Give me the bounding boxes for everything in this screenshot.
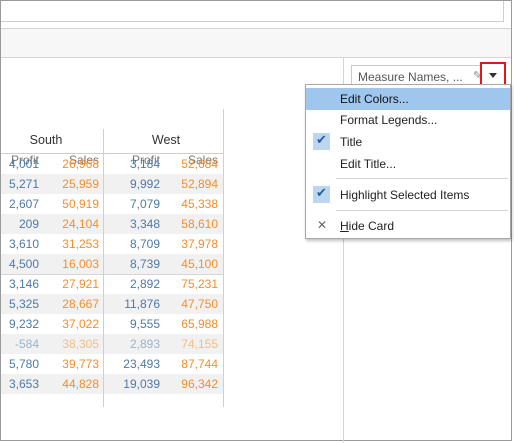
- menu-item-hide-card[interactable]: ✕ Hide Card: [306, 215, 510, 237]
- worksheet-window: South West Profit Sales Profit Sales 4,0…: [0, 0, 512, 442]
- cell-west-sales: 58,610: [181, 217, 218, 231]
- crosstab-table: South West Profit Sales Profit Sales 4,0…: [1, 109, 225, 407]
- cell-south-sales: 24,104: [62, 217, 99, 231]
- cell-west-profit: 9,555: [129, 317, 160, 331]
- cell-south-profit: 5,325: [8, 297, 39, 311]
- menu-item-edit-title[interactable]: Edit Title...: [306, 153, 510, 175]
- cell-west-profit: 7,079: [129, 197, 160, 211]
- table-row[interactable]: 209 24,104 3,348 58,610: [1, 214, 223, 234]
- cell-west-profit: 2,893: [129, 337, 160, 351]
- filter-shelf: [1, 28, 511, 58]
- cell-south-sales: 27,921: [62, 277, 99, 291]
- checkmark-icon: ✔: [313, 132, 330, 150]
- table-row[interactable]: -584 38,305 2,893 74,155: [1, 334, 223, 354]
- menu-item-label: Title: [340, 135, 363, 149]
- cell-west-profit: 8,739: [129, 257, 160, 271]
- table-row[interactable]: 5,780 39,773 23,493 87,744: [1, 354, 223, 374]
- menu-item-format-legends[interactable]: Format Legends...: [306, 109, 510, 131]
- legend-context-menu: Edit Colors... Format Legends... ✔ Title…: [305, 84, 511, 239]
- cell-west-sales: 75,231: [181, 277, 218, 291]
- menu-item-highlight-selected[interactable]: ✔ Highlight Selected Items: [306, 184, 510, 206]
- menu-item-label: Edit Colors...: [340, 92, 409, 106]
- group-header-west: West: [151, 133, 181, 147]
- menu-item-label: Hide Card: [340, 219, 395, 233]
- cell-west-sales: 96,342: [181, 377, 218, 391]
- legend-title: Measure Names, ...: [358, 70, 463, 84]
- region-divider: [103, 129, 104, 407]
- table-row[interactable]: 3,653 44,828 19,039 96,342: [1, 374, 223, 394]
- cell-west-sales: 37,978: [181, 237, 218, 251]
- table-row[interactable]: 5,325 28,667 11,876 47,750: [1, 294, 223, 314]
- cell-west-profit: 11,876: [124, 297, 160, 311]
- cell-south-profit: 2,607: [8, 197, 39, 211]
- cell-south-sales: 26,968: [62, 157, 99, 171]
- cell-south-sales: 44,828: [62, 377, 99, 391]
- cell-west-profit: 19,039: [123, 377, 160, 391]
- cell-west-sales: 52,894: [181, 177, 218, 191]
- cell-west-profit: 9,992: [129, 177, 160, 191]
- menu-item-label: Format Legends...: [340, 113, 438, 127]
- menu-item-label: Highlight Selected Items: [340, 188, 470, 202]
- cell-south-sales: 31,253: [62, 237, 99, 251]
- cell-south-profit: 4,500: [8, 257, 39, 271]
- cell-south-sales: 50,919: [62, 197, 99, 211]
- cell-west-profit: 3,348: [129, 217, 160, 231]
- cell-west-profit: 23,493: [123, 357, 160, 371]
- cell-south-profit: 209: [18, 217, 39, 231]
- cell-west-sales: 65,988: [181, 317, 218, 331]
- cell-west-profit: 8,709: [129, 237, 160, 251]
- cell-south-profit: 5,271: [8, 177, 39, 191]
- cell-south-profit: 4,001: [8, 157, 39, 171]
- cell-south-profit: 3,653: [8, 377, 39, 391]
- menu-item-edit-colors[interactable]: Edit Colors...: [306, 88, 510, 110]
- cell-west-sales: 52,684: [181, 157, 218, 171]
- menu-item-title[interactable]: ✔ Title: [306, 131, 510, 153]
- cell-south-sales: 28,667: [62, 297, 99, 311]
- cell-west-sales: 47,750: [181, 297, 218, 311]
- cell-west-sales: 45,338: [181, 197, 218, 211]
- cell-west-profit: 2,892: [129, 277, 160, 291]
- table-row[interactable]: 2,607 50,919 7,079 45,338: [1, 194, 223, 214]
- cell-south-profit: -584: [14, 337, 39, 351]
- cell-south-sales: 16,003: [62, 257, 99, 271]
- triangle-down-icon: [489, 73, 497, 78]
- cell-south-sales: 25,959: [62, 177, 99, 191]
- checkmark-icon: ✔: [313, 185, 330, 203]
- table-row[interactable]: 3,146 27,921 2,892 75,231: [1, 274, 223, 294]
- cell-south-profit: 3,610: [8, 237, 39, 251]
- cell-south-profit: 9,232: [8, 317, 39, 331]
- top-toolbar: [1, 1, 504, 22]
- cell-west-sales: 45,100: [181, 257, 218, 271]
- menu-separator: [336, 210, 508, 211]
- cell-west-sales: 87,744: [181, 357, 218, 371]
- table-row[interactable]: 5,271 25,959 9,992 52,894: [1, 174, 223, 194]
- menu-separator: [336, 178, 508, 179]
- table-row[interactable]: 4,001 26,968 3,184 52,684: [1, 154, 223, 174]
- cell-south-sales: 38,305: [62, 337, 99, 351]
- table-row[interactable]: 9,232 37,022 9,555 65,988: [1, 314, 223, 334]
- cell-south-sales: 37,022: [62, 317, 99, 331]
- cell-south-profit: 5,780: [8, 357, 39, 371]
- table-row[interactable]: 3,610 31,253 8,709 37,978: [1, 234, 223, 254]
- menu-item-label: Edit Title...: [340, 157, 397, 171]
- table-row[interactable]: 4,500 16,003 8,739 45,100: [1, 254, 223, 274]
- group-header-south: South: [29, 133, 63, 147]
- close-icon: ✕: [317, 218, 328, 232]
- table-border: [223, 109, 224, 407]
- cell-south-profit: 3,146: [8, 277, 39, 291]
- cell-west-profit: 3,184: [129, 157, 160, 171]
- cell-south-sales: 39,773: [62, 357, 99, 371]
- cell-west-sales: 74,155: [181, 337, 218, 351]
